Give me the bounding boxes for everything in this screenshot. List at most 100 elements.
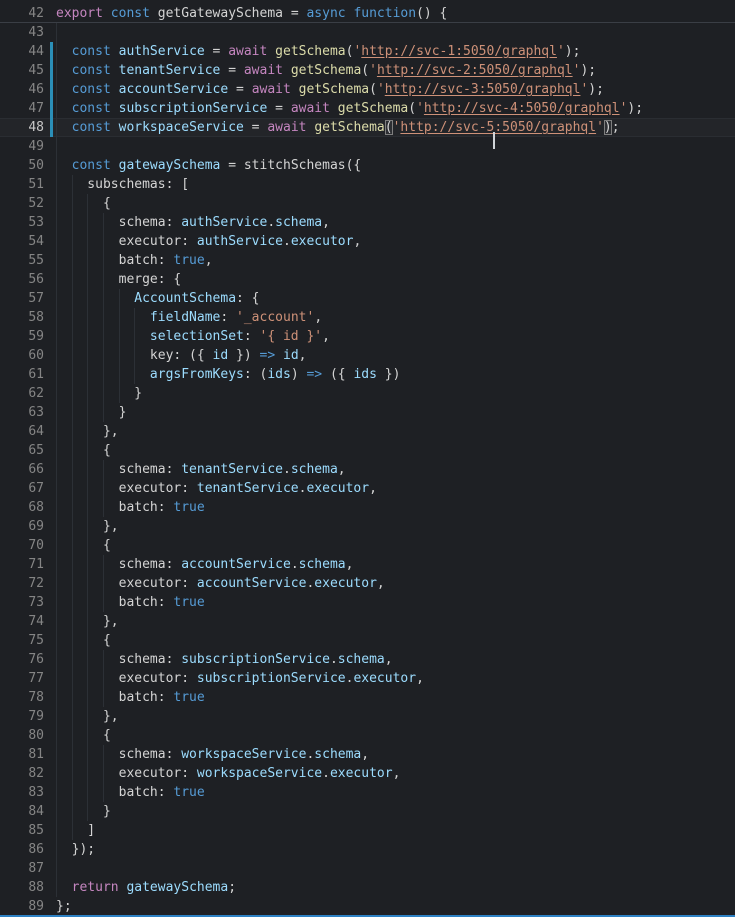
code-line[interactable]: 63 } [0, 403, 735, 422]
code-line[interactable]: 53 schema: authService.schema, [0, 213, 735, 232]
code-content[interactable]: } [56, 384, 735, 403]
code-line[interactable]: 60 key: ({ id }) => id, [0, 346, 735, 365]
line-number[interactable]: 56 [0, 270, 44, 289]
code-line[interactable]: 69 }, [0, 517, 735, 536]
line-number[interactable]: 89 [0, 897, 44, 916]
line-number[interactable]: 52 [0, 194, 44, 213]
code-line[interactable]: 68 batch: true [0, 498, 735, 517]
code-content[interactable]: executor: tenantService.executor, [56, 479, 735, 498]
code-line[interactable]: 75 { [0, 631, 735, 650]
code-content[interactable]: const authService = await getSchema('htt… [56, 42, 735, 61]
code-content[interactable]: }); [56, 840, 735, 859]
code-editor[interactable]: 42export const getGatewaySchema = async … [0, 0, 735, 915]
code-line[interactable]: 66 schema: tenantService.schema, [0, 460, 735, 479]
code-line[interactable]: 44 const authService = await getSchema('… [0, 42, 735, 61]
code-content[interactable]: }, [56, 707, 735, 726]
code-content[interactable]: }, [56, 422, 735, 441]
line-number[interactable]: 82 [0, 764, 44, 783]
code-content[interactable]: const subscriptionService = await getSch… [56, 99, 735, 118]
line-number[interactable]: 68 [0, 498, 44, 517]
code-content[interactable]: { [56, 194, 735, 213]
code-line[interactable]: 84 } [0, 802, 735, 821]
code-content[interactable]: schema: workspaceService.schema, [56, 745, 735, 764]
code-content[interactable]: return gatewaySchema; [56, 878, 735, 897]
line-number[interactable]: 55 [0, 251, 44, 270]
code-content[interactable]: } [56, 403, 735, 422]
code-line[interactable]: 76 schema: subscriptionService.schema, [0, 650, 735, 669]
code-line[interactable]: 65 { [0, 441, 735, 460]
code-content[interactable] [56, 859, 735, 878]
line-number[interactable]: 78 [0, 688, 44, 707]
code-line[interactable]: 47 const subscriptionService = await get… [0, 99, 735, 118]
line-number[interactable]: 86 [0, 840, 44, 859]
line-number[interactable]: 49 [0, 137, 44, 156]
line-number[interactable]: 75 [0, 631, 44, 650]
code-line[interactable]: 55 batch: true, [0, 251, 735, 270]
line-number[interactable]: 67 [0, 479, 44, 498]
code-line[interactable]: 87 [0, 859, 735, 878]
code-line[interactable]: 73 batch: true [0, 593, 735, 612]
code-content[interactable]: executor: authService.executor, [56, 232, 735, 251]
code-content[interactable]: selectionSet: '{ id }', [56, 327, 735, 346]
code-line[interactable]: 89}; [0, 897, 735, 916]
line-number[interactable]: 58 [0, 308, 44, 327]
code-line[interactable]: 80 { [0, 726, 735, 745]
code-content[interactable]: }, [56, 612, 735, 631]
line-number[interactable]: 62 [0, 384, 44, 403]
line-number[interactable]: 81 [0, 745, 44, 764]
code-content[interactable]: }, [56, 517, 735, 536]
code-content[interactable]: batch: true, [56, 251, 735, 270]
code-content[interactable]: const tenantService = await getSchema('h… [56, 61, 735, 80]
code-content[interactable]: batch: true [56, 783, 735, 802]
line-number[interactable]: 88 [0, 878, 44, 897]
line-number[interactable]: 48 [0, 118, 44, 137]
code-line[interactable]: 85 ] [0, 821, 735, 840]
code-line[interactable]: 54 executor: authService.executor, [0, 232, 735, 251]
line-number[interactable]: 53 [0, 213, 44, 232]
code-line[interactable]: 46 const accountService = await getSchem… [0, 80, 735, 99]
code-line[interactable]: 81 schema: workspaceService.schema, [0, 745, 735, 764]
code-content[interactable]: const accountService = await getSchema('… [56, 80, 735, 99]
code-line[interactable]: 86 }); [0, 840, 735, 859]
line-number[interactable]: 65 [0, 441, 44, 460]
line-number[interactable]: 60 [0, 346, 44, 365]
code-content[interactable]: const workspaceService = await getSchema… [56, 118, 735, 137]
line-number[interactable]: 54 [0, 232, 44, 251]
line-number[interactable]: 47 [0, 99, 44, 118]
line-number[interactable]: 73 [0, 593, 44, 612]
line-number[interactable]: 46 [0, 80, 44, 99]
line-number[interactable]: 50 [0, 156, 44, 175]
line-number[interactable]: 87 [0, 859, 44, 878]
code-content[interactable]: subschemas: [ [56, 175, 735, 194]
code-line[interactable]: 67 executor: tenantService.executor, [0, 479, 735, 498]
code-line[interactable]: 82 executor: workspaceService.executor, [0, 764, 735, 783]
code-line[interactable]: 72 executor: accountService.executor, [0, 574, 735, 593]
code-content[interactable]: schema: accountService.schema, [56, 555, 735, 574]
code-content[interactable]: batch: true [56, 688, 735, 707]
line-number[interactable]: 79 [0, 707, 44, 726]
code-content[interactable]: batch: true [56, 498, 735, 517]
line-number[interactable]: 42 [0, 4, 44, 23]
code-line[interactable]: 49 [0, 137, 735, 156]
line-number[interactable]: 44 [0, 42, 44, 61]
line-number[interactable]: 84 [0, 802, 44, 821]
code-content[interactable]: batch: true [56, 593, 735, 612]
code-line[interactable]: 42export const getGatewaySchema = async … [0, 4, 735, 23]
code-content[interactable]: { [56, 631, 735, 650]
code-line[interactable]: 70 { [0, 536, 735, 555]
line-number[interactable]: 43 [0, 23, 44, 42]
line-number[interactable]: 57 [0, 289, 44, 308]
code-line[interactable]: 59 selectionSet: '{ id }', [0, 327, 735, 346]
code-content[interactable]: fieldName: '_account', [56, 308, 735, 327]
line-number[interactable]: 70 [0, 536, 44, 555]
code-line[interactable]: 88 return gatewaySchema; [0, 878, 735, 897]
line-number[interactable]: 59 [0, 327, 44, 346]
code-line[interactable]: 77 executor: subscriptionService.executo… [0, 669, 735, 688]
code-line[interactable]: 83 batch: true [0, 783, 735, 802]
line-number[interactable]: 63 [0, 403, 44, 422]
line-number[interactable]: 72 [0, 574, 44, 593]
line-number[interactable]: 83 [0, 783, 44, 802]
line-number[interactable]: 51 [0, 175, 44, 194]
code-line[interactable]: 78 batch: true [0, 688, 735, 707]
code-content[interactable]: executor: accountService.executor, [56, 574, 735, 593]
